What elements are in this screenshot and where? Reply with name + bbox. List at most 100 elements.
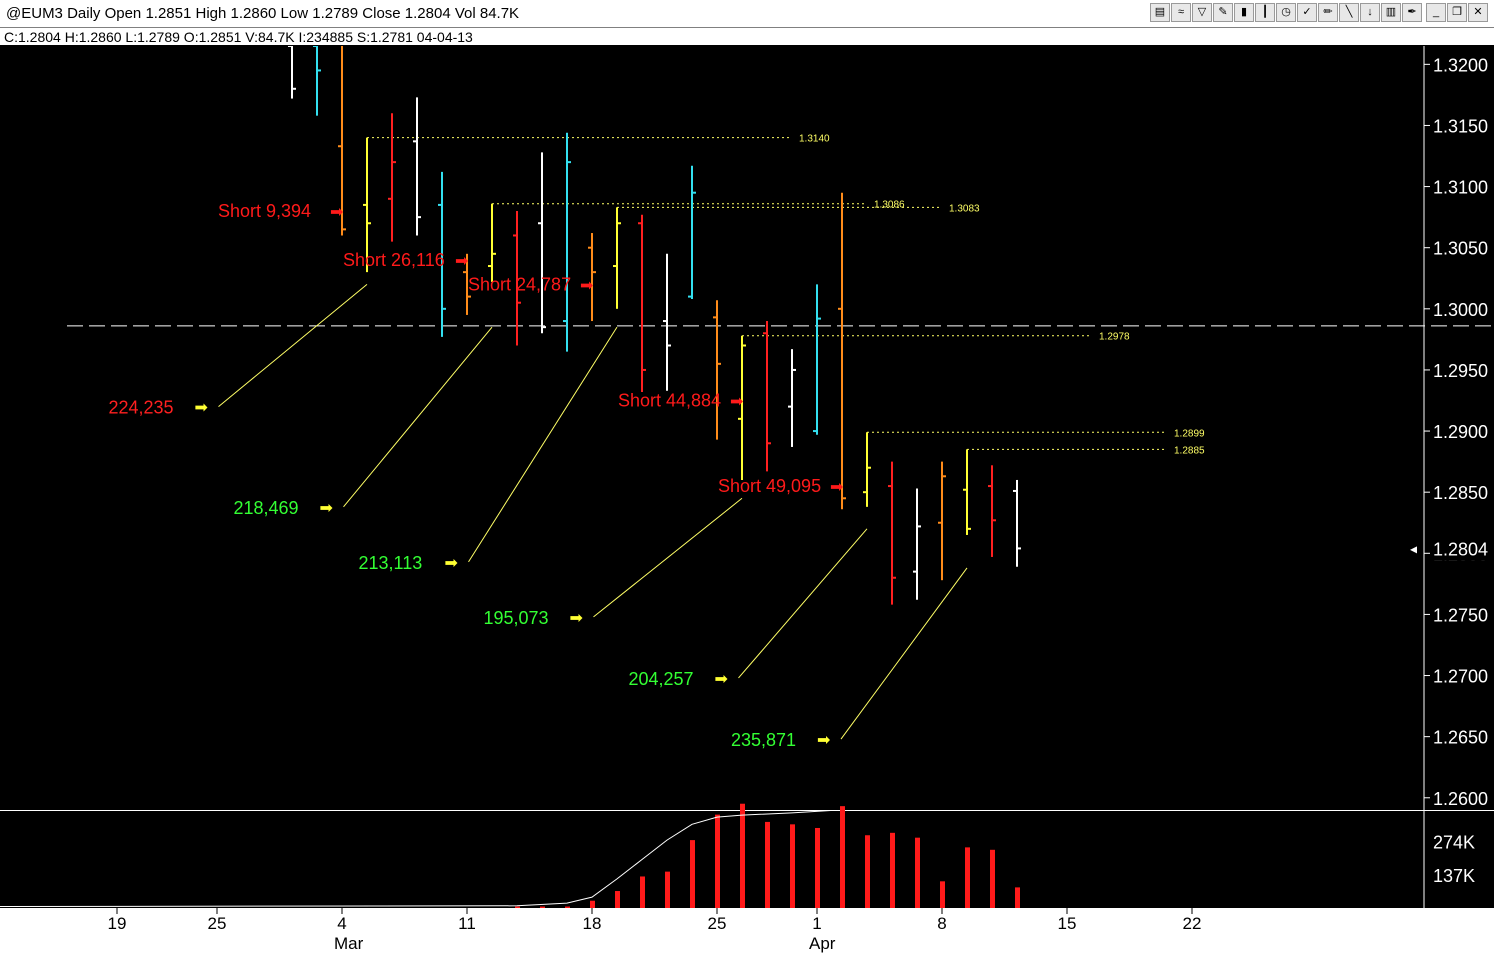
filter-icon[interactable]: ▽: [1192, 3, 1212, 22]
time-month-label: Apr: [809, 934, 836, 953]
volume-bar: [990, 849, 995, 908]
price-tick-label: 1.2750: [1433, 605, 1488, 625]
price-tick-label: 1.2850: [1433, 483, 1488, 503]
volume-bar: [565, 906, 570, 908]
volume-bar: [665, 871, 670, 908]
check-icon[interactable]: ✓: [1297, 3, 1317, 22]
volume-bar: [615, 891, 620, 908]
status-line-bar: C:1.2804 H:1.2860 L:1.2789 O:1.2851 V:84…: [0, 28, 1494, 46]
price-tick-label: 1.3050: [1433, 239, 1488, 259]
time-tick-label: 8: [937, 914, 946, 933]
short-arrow: ➡: [580, 277, 593, 294]
volume-bar: [940, 881, 945, 908]
volume-bar: [915, 837, 920, 908]
level-label: 1.3086: [874, 200, 905, 211]
volume-bar: [515, 906, 520, 908]
drawing-icon[interactable]: ✎: [1213, 3, 1233, 22]
volume-bar: [1015, 887, 1020, 908]
toolbar: ▤ ≈ ▽ ✎ ▮ ┃ ◷ ✓ ✏ ╲ ↓ ▥ ✒ _ ❐ ✕: [1150, 3, 1488, 24]
price-tick-label: 1.2650: [1433, 728, 1488, 748]
time-tick-label: 4: [337, 914, 346, 933]
volume-tick-label: 137K: [1433, 866, 1475, 886]
short-arrow: ➡: [455, 253, 468, 270]
annotation-connector: [593, 497, 743, 618]
price-tick-label: 1.2600: [1433, 789, 1488, 809]
time-tick-label: 15: [1058, 914, 1077, 933]
level-label: 1.3083: [949, 203, 980, 214]
volume-bar: [865, 835, 870, 908]
annotation-connector: [218, 283, 368, 407]
price-tick-label: 1.3000: [1433, 300, 1488, 320]
volume-bar: [815, 827, 820, 908]
time-tick-label: 25: [708, 914, 727, 933]
wave-icon[interactable]: ≈: [1171, 3, 1191, 22]
volume-bar: [765, 821, 770, 908]
volume-bar: [690, 840, 695, 908]
trash-icon[interactable]: ▥: [1381, 3, 1401, 22]
price-tick-label: 1.3150: [1433, 116, 1488, 136]
short-arrow: ➡: [730, 393, 743, 410]
volume-bar: [540, 906, 545, 908]
short-annotation: Short 44,884: [618, 390, 721, 410]
price-tick-label: 1.2700: [1433, 667, 1488, 687]
volume-bar: [590, 900, 595, 908]
open-interest-arrow: ➡: [445, 555, 458, 572]
volume-bar: [740, 803, 745, 908]
volume-bar: [790, 824, 795, 908]
open-interest-arrow: ➡: [320, 500, 333, 517]
volume-tick-label: 274K: [1433, 833, 1475, 853]
close-icon[interactable]: ✕: [1468, 3, 1488, 22]
clock-icon[interactable]: ◷: [1276, 3, 1296, 22]
price-tick-label: 1.3100: [1433, 178, 1488, 198]
volume-bar: [640, 876, 645, 908]
last-price-pointer: ◂: [1410, 540, 1417, 556]
level-label: 1.3140: [799, 134, 830, 145]
annotation-connector: [840, 567, 968, 740]
time-tick-label: 11: [0, 914, 1, 933]
volume-bar: [890, 832, 895, 908]
price-axis-bg: [1424, 46, 1494, 908]
level-label: 1.2978: [1099, 332, 1130, 343]
minimize-icon[interactable]: _: [1426, 3, 1446, 22]
pen-icon[interactable]: ✒: [1402, 3, 1422, 22]
short-arrow: ➡: [330, 204, 343, 221]
restore-icon[interactable]: ❐: [1447, 3, 1467, 22]
price-chart[interactable]: 1.3200 1.3150 1.3100 1.3050 1.3000 1.2950 1.29…: [0, 0, 1494, 955]
bars-icon[interactable]: ▮: [1234, 3, 1254, 22]
line-icon[interactable]: ╲: [1339, 3, 1359, 22]
chart-icon[interactable]: ▤: [1150, 3, 1170, 22]
time-tick-label: 19: [108, 914, 127, 933]
arrow-down-icon[interactable]: ↓: [1360, 3, 1380, 22]
open-interest-label: 195,073: [484, 608, 549, 628]
volume-bar: [965, 847, 970, 908]
open-interest-arrow: ➡: [817, 732, 830, 749]
short-annotation: Short 26,116: [343, 250, 445, 270]
volume-bar: [715, 814, 720, 908]
open-interest-label: 213,113: [359, 553, 423, 573]
annotation-connector: [468, 326, 618, 563]
short-annotation: Short 9,394: [218, 201, 311, 221]
time-tick-label: 22: [1183, 914, 1202, 933]
short-annotation: Short 49,095: [718, 476, 821, 496]
axis-corner: [1464, 908, 1494, 955]
open-interest-arrow: ➡: [195, 400, 208, 417]
candle-icon[interactable]: ┃: [1255, 3, 1275, 22]
pencil-icon[interactable]: ✏: [1318, 3, 1338, 22]
short-annotation: Short 24,787: [468, 274, 571, 294]
time-tick-label: 18: [583, 914, 602, 933]
open-interest-label: 204,257: [629, 669, 694, 689]
open-interest-arrow: ➡: [715, 671, 728, 688]
last-price-label: 1.2804: [1433, 539, 1488, 559]
open-interest-arrow: ➡: [570, 610, 583, 627]
price-tick-label: 1.2950: [1433, 361, 1488, 381]
time-tick-label: 1: [812, 914, 821, 933]
time-month-label: Mar: [334, 934, 364, 953]
time-tick-label: 11: [458, 914, 476, 933]
title-bar: @EUM3 Daily Open 1.2851 High 1.2860 Low …: [0, 0, 1494, 28]
price-tick-label: 1.2900: [1433, 422, 1488, 442]
status-line: C:1.2804 H:1.2860 L:1.2789 O:1.2851 V:84…: [4, 29, 473, 45]
open-interest-label: 218,469: [234, 498, 299, 518]
price-tick-label: 1.3200: [1433, 55, 1488, 75]
level-label: 1.2899: [1174, 428, 1205, 439]
time-tick-label: 25: [208, 914, 227, 933]
